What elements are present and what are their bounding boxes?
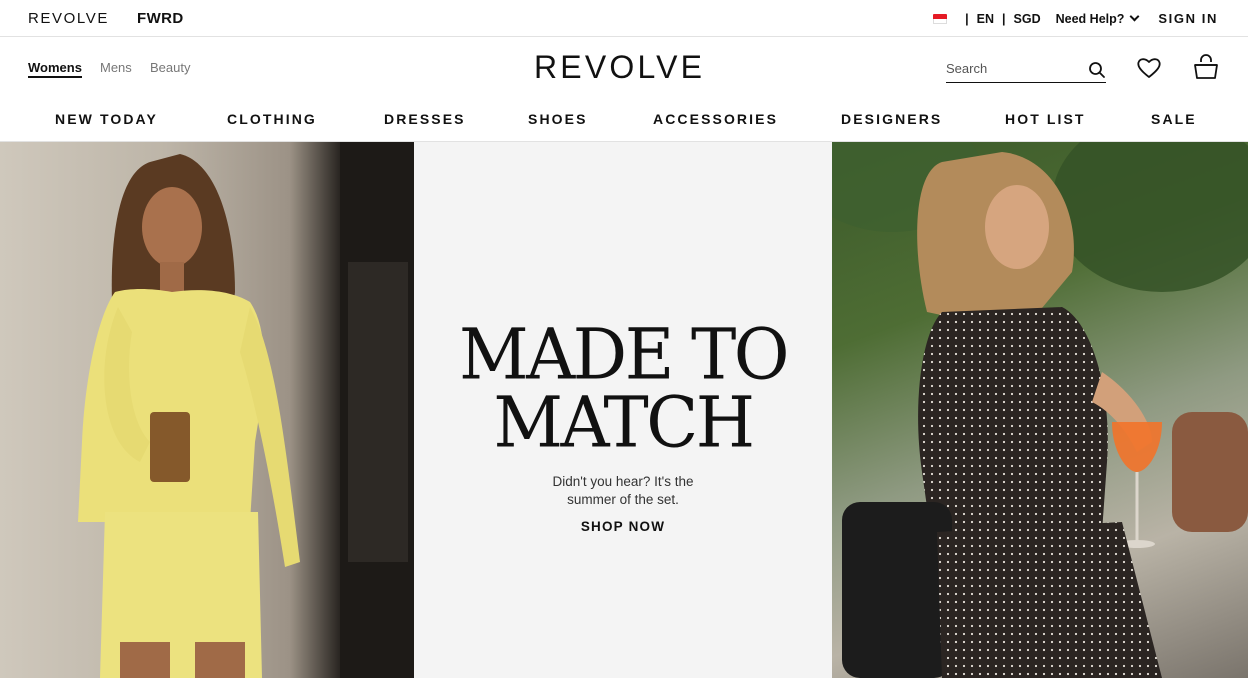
utility-right: | EN | SGD Need Help? SIGN IN [933, 11, 1218, 26]
tab-beauty[interactable]: Beauty [150, 60, 190, 75]
hero-banner[interactable]: MADE TO MATCH Didn't you hear? It's the … [0, 142, 1248, 678]
hero-subtitle-line-2: summer of the set. [567, 492, 679, 507]
nav-sale[interactable]: SALE [1151, 111, 1197, 127]
search-icon[interactable] [1088, 61, 1106, 84]
hero-text-panel: MADE TO MATCH Didn't you hear? It's the … [414, 142, 832, 678]
hero-headline: MADE TO MATCH [414, 314, 832, 465]
chevron-down-icon [1129, 11, 1140, 22]
category-nav: NEW TODAY CLOTHING DRESSES SHOES ACCESSO… [0, 100, 1248, 142]
nav-designers[interactable]: DESIGNERS [841, 111, 942, 127]
nav-dresses[interactable]: DRESSES [384, 111, 466, 127]
nav-new-today[interactable]: NEW TODAY [55, 111, 158, 127]
nav-clothing[interactable]: CLOTHING [227, 111, 317, 127]
revolve-logo[interactable]: REVOLVE [534, 49, 705, 86]
sign-in-link[interactable]: SIGN IN [1158, 11, 1218, 26]
search-box [946, 58, 1106, 83]
tab-womens[interactable]: Womens [28, 60, 82, 78]
need-help-menu[interactable]: Need Help? [1055, 11, 1140, 26]
shop-now-link[interactable]: SHOP NOW [414, 519, 832, 534]
nav-hot-list[interactable]: HOT LIST [1005, 111, 1086, 127]
need-help-label: Need Help? [1055, 11, 1125, 26]
hero-headline-line-1: MADE TO [458, 314, 790, 397]
shopping-bag-icon[interactable] [1192, 53, 1220, 86]
nav-shoes[interactable]: SHOES [528, 111, 588, 127]
fwrd-site-link[interactable]: FWRD [137, 10, 184, 27]
heart-icon[interactable] [1136, 56, 1162, 85]
hero-image-polka-dot-set[interactable] [832, 142, 1248, 678]
separator: | [965, 11, 969, 26]
singapore-flag-icon[interactable] [933, 13, 948, 24]
language-selector[interactable]: EN [977, 12, 994, 26]
hero-subtitle-line-1: Didn't you hear? It's the [552, 474, 694, 489]
currency-selector[interactable]: SGD [1014, 12, 1041, 26]
nav-accessories[interactable]: ACCESSORIES [653, 111, 778, 127]
revolve-site-link[interactable]: REVOLVE [28, 10, 109, 27]
separator: | [1002, 11, 1006, 26]
hero-image-yellow-set[interactable] [0, 142, 414, 678]
tab-mens[interactable]: Mens [100, 60, 132, 75]
hero-subtitle: Didn't you hear? It's the summer of the … [414, 473, 832, 509]
search-input[interactable] [946, 58, 1076, 78]
hero-headline-line-2: MATCH [493, 382, 755, 465]
utility-bar: REVOLVE FWRD | EN | SGD Need Help? SIGN … [0, 0, 1248, 37]
